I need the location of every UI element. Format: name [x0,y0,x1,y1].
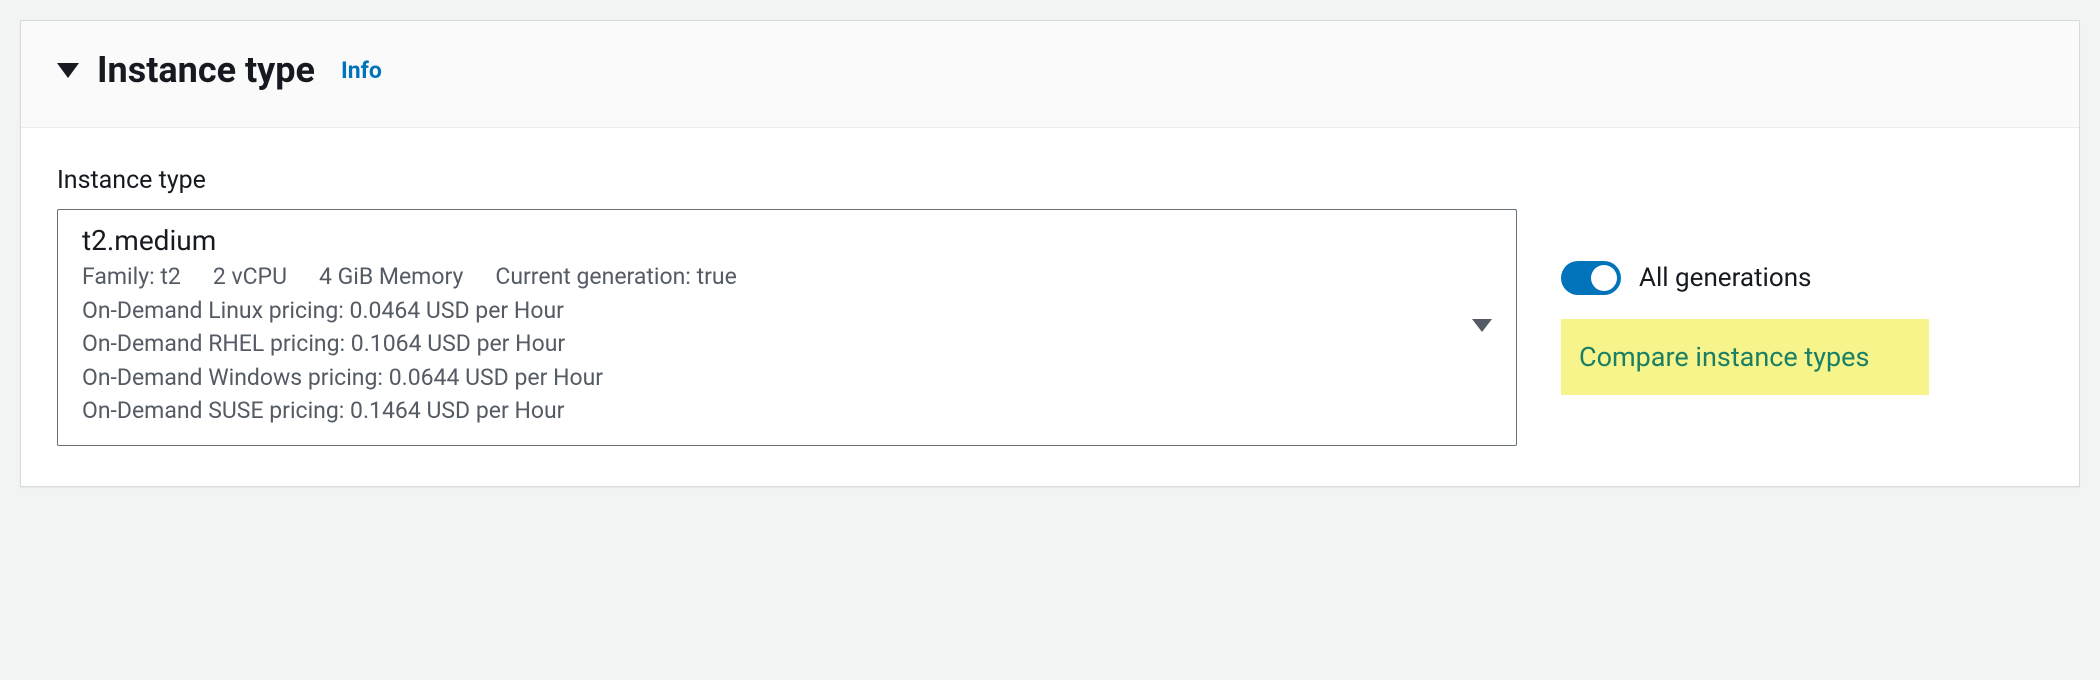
spec-family: Family: t2 [82,263,181,290]
compare-instance-types-link[interactable]: Compare instance types [1561,319,1929,395]
all-generations-label: All generations [1639,263,1811,293]
spec-vcpu: 2 vCPU [213,263,287,290]
all-generations-toggle[interactable] [1561,261,1621,295]
select-content: t2.medium Family: t2 2 vCPU 4 GiB Memory… [82,224,1448,427]
instance-name: t2.medium [82,224,1448,257]
pricing-windows: On-Demand Windows pricing: 0.0644 USD pe… [82,361,1448,394]
pricing-linux: On-Demand Linux pricing: 0.0464 USD per … [82,294,1448,327]
toggle-knob-icon [1591,265,1617,291]
instance-type-select[interactable]: t2.medium Family: t2 2 vCPU 4 GiB Memory… [57,209,1517,446]
chevron-down-icon [1472,319,1492,332]
spec-memory: 4 GiB Memory [319,263,463,290]
collapse-caret-icon[interactable] [57,63,79,78]
spec-generation: Current generation: true [495,263,736,290]
panel-title: Instance type [97,49,315,91]
all-generations-row: All generations [1561,261,2043,295]
instance-type-panel: Instance type Info Instance type t2.medi… [20,20,2080,487]
field-label: Instance type [57,166,2043,195]
instance-specs: Family: t2 2 vCPU 4 GiB Memory Current g… [82,263,1448,290]
side-controls: All generations Compare instance types [1561,209,2043,446]
panel-body: Instance type t2.medium Family: t2 2 vCP… [21,128,2079,486]
field-row: t2.medium Family: t2 2 vCPU 4 GiB Memory… [57,209,2043,446]
pricing-rhel: On-Demand RHEL pricing: 0.1064 USD per H… [82,327,1448,360]
pricing-suse: On-Demand SUSE pricing: 0.1464 USD per H… [82,394,1448,427]
panel-header: Instance type Info [21,21,2079,128]
info-link[interactable]: Info [341,57,382,84]
